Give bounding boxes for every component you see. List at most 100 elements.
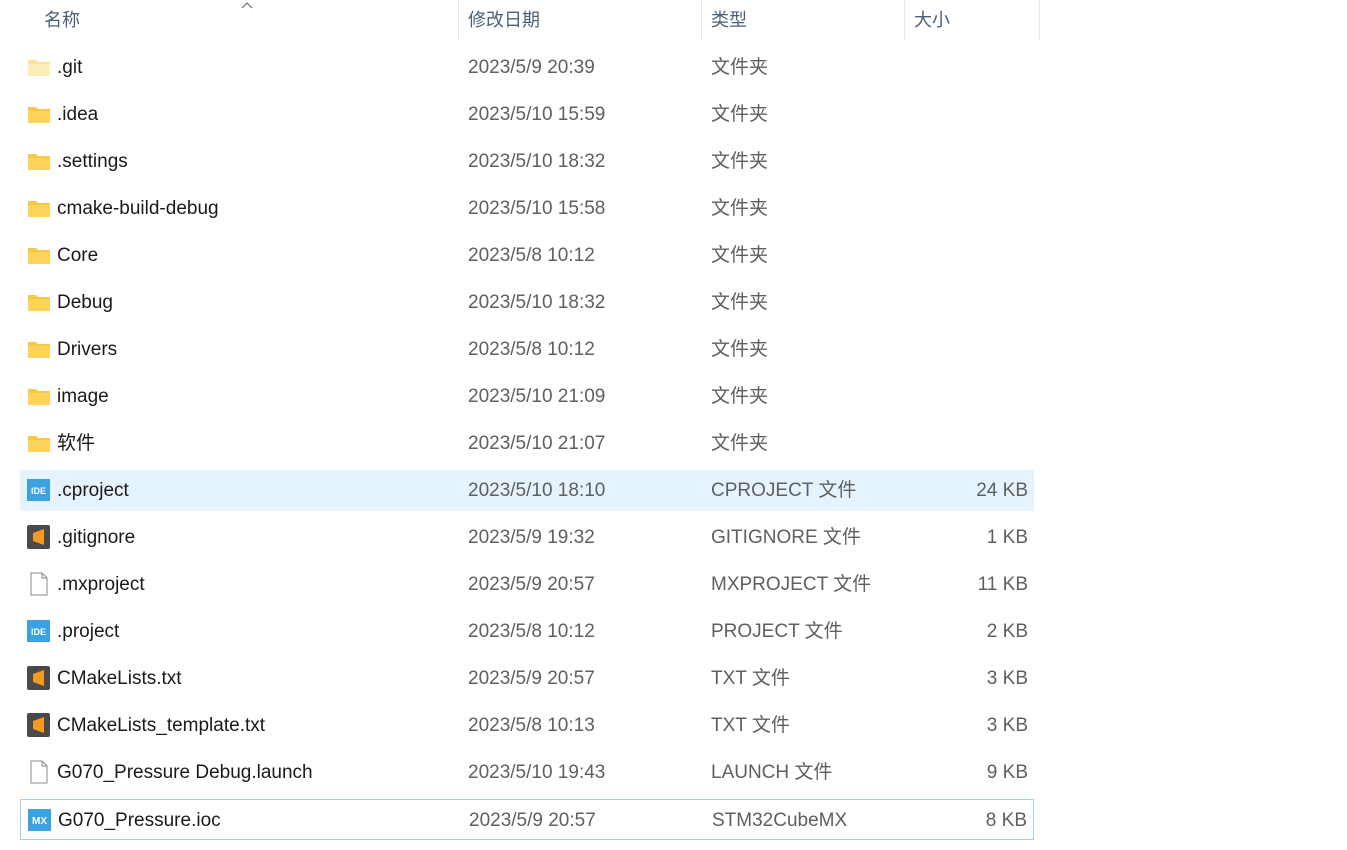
file-date: 2023/5/9 19:32 [468, 527, 595, 548]
file-date: 2023/5/8 10:12 [468, 339, 595, 360]
column-header-size[interactable]: 大小 [905, 0, 1040, 40]
file-date: 2023/5/9 20:57 [469, 810, 596, 831]
file-row[interactable]: Drivers 2023/5/8 10:12 文件夹 [20, 329, 1034, 370]
blank-file-icon [27, 760, 51, 784]
file-name: Debug [57, 292, 113, 313]
file-row[interactable]: G070_Pressure Debug.launch 2023/5/10 19:4… [20, 752, 1034, 793]
file-name: .idea [57, 104, 99, 125]
file-name: .mxproject [57, 574, 145, 595]
file-date: 2023/5/8 10:13 [468, 715, 595, 736]
file-row[interactable]: MX G070_Pressure.ioc 2023/5/9 20:57 STM32Cu… [20, 799, 1034, 840]
file-type: 文件夹 [711, 104, 769, 125]
folder-icon [27, 196, 51, 220]
file-size: 2 KB [986, 621, 1028, 642]
file-date: 2023/5/10 21:07 [468, 433, 606, 454]
mx-file-icon: MX [28, 808, 52, 832]
column-header-date-label: 修改日期 [468, 10, 540, 30]
file-row[interactable]: CMakeLists.txt 2023/5/9 20:57 TXT 文件 3 KB [20, 658, 1034, 699]
file-name: .gitignore [57, 527, 136, 548]
column-header-size-label: 大小 [914, 10, 950, 30]
folder-icon [27, 337, 51, 361]
column-header-name-label: 名称 [44, 10, 80, 30]
file-type: PROJECT 文件 [711, 621, 843, 642]
file-name: cmake-build-debug [57, 198, 219, 219]
file-row[interactable]: 软件 2023/5/10 21:07 文件夹 [20, 423, 1034, 464]
file-size: 8 KB [985, 810, 1027, 831]
file-row[interactable]: Core 2023/5/8 10:12 文件夹 [20, 235, 1034, 276]
file-size: 3 KB [986, 668, 1028, 689]
file-date: 2023/5/10 18:32 [468, 151, 606, 172]
file-name: G070_Pressure Debug.launch [57, 762, 313, 783]
file-name: .cproject [57, 480, 129, 501]
file-size: 24 KB [976, 480, 1028, 501]
folder-icon [27, 149, 51, 173]
file-type: 文件夹 [711, 292, 769, 313]
file-name: .git [57, 57, 83, 78]
sort-ascending-icon [241, 2, 253, 9]
mx-icon-label: MX [32, 816, 47, 827]
file-name: .settings [57, 151, 128, 172]
ide-file-icon: IDE [27, 619, 51, 643]
blank-file-icon [27, 572, 51, 596]
folder-icon [27, 384, 51, 408]
file-type: 文件夹 [711, 433, 769, 454]
file-name: 软件 [57, 433, 96, 454]
file-row[interactable]: IDE .cproject 2023/5/10 18:10 CPROJECT 文件 24… [20, 470, 1034, 511]
file-date: 2023/5/9 20:57 [468, 668, 595, 689]
file-size: 9 KB [986, 762, 1028, 783]
file-row[interactable]: .mxproject 2023/5/9 20:57 MXPROJECT 文件 11 K… [20, 564, 1034, 605]
file-size: 3 KB [986, 715, 1028, 736]
file-name: Core [57, 245, 99, 266]
file-row[interactable]: cmake-build-debug 2023/5/10 15:58 文件夹 [20, 188, 1034, 229]
file-date: 2023/5/8 10:12 [468, 245, 595, 266]
file-type: 文件夹 [711, 245, 769, 266]
file-date: 2023/5/10 19:43 [468, 762, 606, 783]
file-type: MXPROJECT 文件 [711, 574, 872, 595]
file-row[interactable]: IDE .project 2023/5/8 10:12 PROJECT 文件 2 KB [20, 611, 1034, 652]
sublime-file-icon [27, 525, 51, 549]
file-date: 2023/5/10 21:09 [468, 386, 606, 407]
folder-icon [27, 102, 51, 126]
file-date: 2023/5/10 18:10 [468, 480, 606, 501]
file-name: CMakeLists_template.txt [57, 715, 266, 736]
ide-icon-label: IDE [31, 486, 46, 496]
file-date: 2023/5/8 10:12 [468, 621, 595, 642]
file-type: 文件夹 [711, 151, 769, 172]
file-date: 2023/5/9 20:57 [468, 574, 595, 595]
file-name: CMakeLists.txt [57, 668, 182, 689]
file-name: .project [57, 621, 120, 642]
file-row[interactable]: CMakeLists_template.txt 2023/5/8 10:13 TXT… [20, 705, 1034, 746]
file-type: 文件夹 [711, 386, 769, 407]
column-header-type[interactable]: 类型 [702, 0, 905, 40]
file-type: TXT 文件 [711, 715, 790, 736]
file-date: 2023/5/9 20:39 [468, 57, 595, 78]
file-type: LAUNCH 文件 [711, 762, 833, 783]
file-row[interactable]: .settings 2023/5/10 18:32 文件夹 [20, 141, 1034, 182]
file-row[interactable]: .git 2023/5/9 20:39 文件夹 [20, 47, 1034, 88]
file-date: 2023/5/10 15:58 [468, 198, 606, 219]
file-row[interactable]: image 2023/5/10 21:09 文件夹 [20, 376, 1034, 417]
sublime-file-icon [27, 666, 51, 690]
file-type: GITIGNORE 文件 [711, 527, 861, 548]
file-date: 2023/5/10 18:32 [468, 292, 606, 313]
file-type: 文件夹 [711, 198, 769, 219]
column-header-type-label: 类型 [711, 10, 747, 30]
file-name: Drivers [57, 339, 118, 360]
file-row[interactable]: .gitignore 2023/5/9 19:32 GITIGNORE 文件 1 KB [20, 517, 1034, 558]
file-type: CPROJECT 文件 [711, 480, 857, 501]
ide-icon-label: IDE [31, 627, 46, 637]
file-type: STM32CubeMX [712, 810, 848, 831]
file-row[interactable]: Debug 2023/5/10 18:32 文件夹 [20, 282, 1034, 323]
file-name: image [57, 386, 109, 407]
file-type: 文件夹 [711, 57, 769, 78]
file-size: 1 KB [986, 527, 1028, 548]
file-row[interactable]: .idea 2023/5/10 15:59 文件夹 [20, 94, 1034, 135]
column-header-name[interactable]: 名称 [0, 0, 459, 40]
folder-icon [27, 431, 51, 455]
file-type: TXT 文件 [711, 668, 790, 689]
column-header-date[interactable]: 修改日期 [459, 0, 702, 40]
folder-light-icon [27, 55, 51, 79]
folder-icon [27, 243, 51, 267]
ide-file-icon: IDE [27, 478, 51, 502]
column-header: 名称 修改日期 类型 大小 [0, 0, 1040, 40]
